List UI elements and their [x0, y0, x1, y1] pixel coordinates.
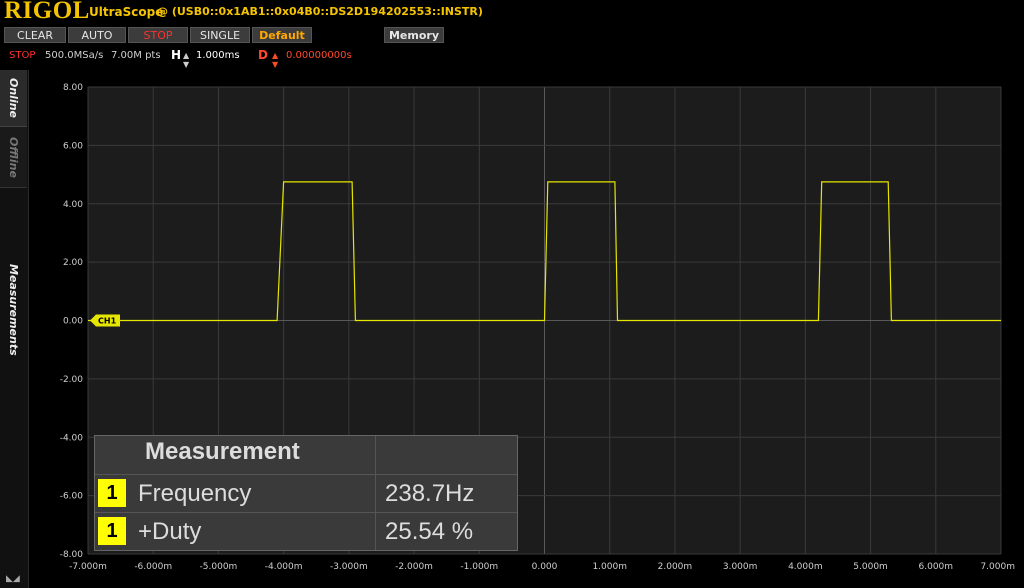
measurement-panel: Measurement 1 Frequency 238.7Hz 1 +Duty … — [94, 435, 518, 551]
measurement-row[interactable]: 1 +Duty 25.54 % — [95, 512, 517, 549]
y-tick-label: 8.00 — [63, 83, 83, 93]
y-tick-label: -6.00 — [60, 492, 84, 502]
measurement-row[interactable]: 1 Frequency 238.7Hz — [95, 474, 517, 511]
x-tick-label: 6.000m — [919, 562, 954, 572]
x-tick-label: -2.000m — [395, 562, 433, 572]
y-tick-label: 4.00 — [63, 200, 83, 210]
measurement-value: 25.54 % — [385, 518, 474, 545]
x-tick-label: -4.000m — [265, 562, 303, 572]
y-tick-label: -8.00 — [60, 550, 84, 560]
y-tick-label: -2.00 — [60, 375, 84, 385]
measurement-name: +Duty — [138, 518, 202, 545]
x-tick-label: -3.000m — [330, 562, 368, 572]
ch1-level-marker[interactable]: CH1 — [90, 314, 120, 327]
measurement-name: Frequency — [138, 480, 252, 507]
x-tick-label: -1.000m — [460, 562, 498, 572]
channel-badge: 1 — [98, 517, 126, 545]
y-tick-label: 6.00 — [63, 141, 83, 151]
y-axis-ticks: 8.00 6.00 4.00 2.00 0.00 -2.00 -4.00 -6.00 -8.00 — [60, 83, 84, 560]
x-tick-label: -7.000m — [69, 562, 107, 572]
x-tick-label: 1.000m — [592, 562, 627, 572]
x-tick-label: 4.000m — [788, 562, 823, 572]
y-tick-label: -4.00 — [60, 433, 84, 443]
y-tick-label: 2.00 — [63, 258, 83, 268]
measurement-header: Measurement — [145, 438, 300, 465]
x-tick-label: 0.000 — [532, 562, 558, 572]
x-tick-label: 3.000m — [723, 562, 758, 572]
channel-badge: 1 — [98, 479, 126, 507]
x-tick-label: -6.000m — [134, 562, 172, 572]
x-axis-ticks: -7.000m -6.000m -5.000m -4.000m -3.000m -2.00… — [69, 562, 1015, 572]
x-tick-label: 2.000m — [658, 562, 693, 572]
x-tick-label: -5.000m — [200, 562, 238, 572]
measurement-value: 238.7Hz — [385, 480, 475, 507]
x-tick-label: 5.000m — [853, 562, 888, 572]
y-tick-label: 0.00 — [63, 317, 83, 327]
x-tick-label: 7.000m — [980, 562, 1015, 572]
ch1-marker-label: CH1 — [98, 317, 117, 326]
